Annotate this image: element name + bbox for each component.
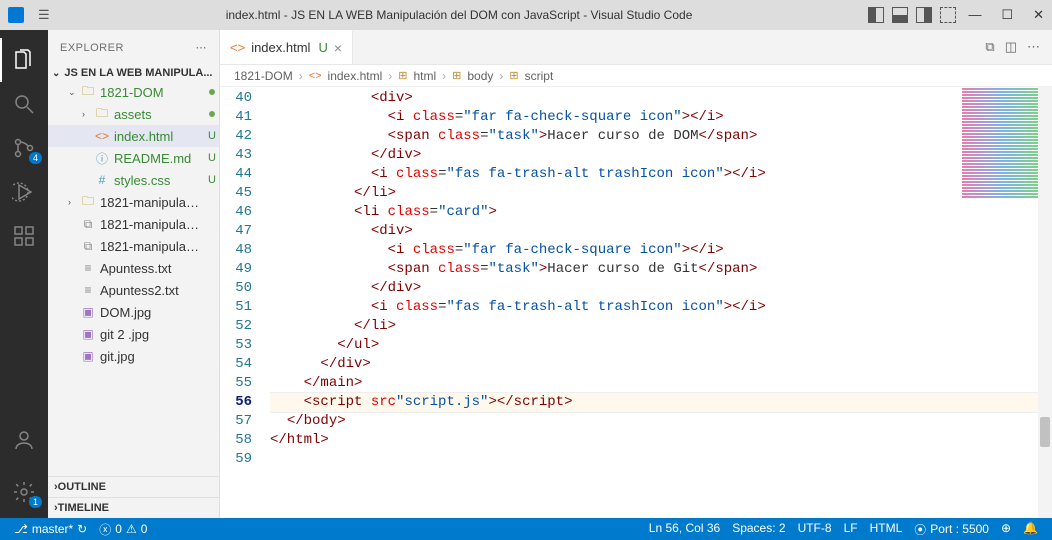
editor: <> index.html U × ⧉ ◫ ⋯ 1821-DOM›<>index… xyxy=(220,30,1052,518)
maximize-button[interactable]: ☐ xyxy=(1001,7,1013,23)
minimize-button[interactable]: — xyxy=(968,7,981,23)
settings-badge: 1 xyxy=(29,496,42,508)
tree-item[interactable]: ▣git 2 .jpg xyxy=(48,323,219,345)
breadcrumb-part[interactable]: index.html xyxy=(328,69,383,83)
tab-label: index.html xyxy=(251,40,310,55)
chevron-down-icon: ⌄ xyxy=(52,68,60,79)
sb-spaces[interactable]: Spaces: 2 xyxy=(726,521,791,535)
tree-item[interactable]: ⧉1821-manipulando-d... xyxy=(48,213,219,235)
ab-extensions[interactable] xyxy=(0,214,48,258)
ab-debug[interactable] xyxy=(0,170,48,214)
statusbar: ⎇ master* ↻ ⓧ0 ⚠0 Ln 56, Col 36 Spaces: … xyxy=(0,518,1052,540)
sidebar-title: EXPLORER xyxy=(60,42,124,54)
sb-lang[interactable]: HTML xyxy=(864,521,909,535)
warning-icon: ⚠ xyxy=(126,522,137,536)
git-branch-icon: ⎇ xyxy=(14,522,28,536)
more-icon[interactable]: ⋯ xyxy=(1027,39,1040,55)
sidebar-more-icon[interactable]: ⋯ xyxy=(196,41,208,54)
code-area[interactable]: 4041424344454647484950515253545556575859… xyxy=(220,87,1052,518)
ab-search[interactable] xyxy=(0,82,48,126)
ab-account[interactable] xyxy=(0,418,48,462)
vertical-scrollbar[interactable] xyxy=(1038,87,1052,518)
titlebar: ☰ index.html - JS EN LA WEB Manipulación… xyxy=(0,0,1052,30)
breadcrumb[interactable]: 1821-DOM›<>index.html›⊞html›⊞body›⊞scrip… xyxy=(220,65,1052,87)
tree-item[interactable]: ≡Apuntess2.txt xyxy=(48,279,219,301)
sb-port[interactable]: ⦿Port : 5500 xyxy=(908,521,995,538)
gutter: 4041424344454647484950515253545556575859 xyxy=(220,87,270,518)
sidebar: EXPLORER ⋯ ⌄ JS EN LA WEB MANIPULA... ⌄🗀… xyxy=(48,30,220,518)
html-icon: <> xyxy=(230,40,245,55)
sb-bell[interactable]: 🔔 xyxy=(1017,521,1044,535)
sb-feedback[interactable]: ⊕ xyxy=(995,521,1017,535)
tab-indexhtml[interactable]: <> index.html U × xyxy=(220,30,353,64)
activitybar: 4 1 xyxy=(0,30,48,518)
tree-item[interactable]: ▣git.jpg xyxy=(48,345,219,367)
scm-badge: 4 xyxy=(29,152,42,164)
tree-item[interactable]: ⓘREADME.mdU xyxy=(48,147,219,169)
sb-branch[interactable]: ⎇ master* ↻ xyxy=(8,518,93,540)
scrollbar-thumb[interactable] xyxy=(1040,417,1050,447)
split-icon[interactable]: ◫ xyxy=(1005,39,1017,55)
tab-bar: <> index.html U × ⧉ ◫ ⋯ xyxy=(220,30,1052,65)
tree-item[interactable]: #styles.cssU xyxy=(48,169,219,191)
outline-section[interactable]: › OUTLINE xyxy=(48,476,219,497)
timeline-label: TIMELINE xyxy=(58,502,109,514)
compare-icon[interactable]: ⧉ xyxy=(985,39,994,55)
vscode-icon xyxy=(8,7,24,23)
tree-item[interactable]: ⧉1821-manipulando-d... xyxy=(48,235,219,257)
error-icon: ⓧ xyxy=(99,521,111,538)
feedback-icon: ⊕ xyxy=(1001,521,1011,535)
layout-controls xyxy=(868,7,956,23)
layout-icon-2[interactable] xyxy=(892,7,908,23)
layout-icon-3[interactable] xyxy=(916,7,932,23)
sb-encoding[interactable]: UTF-8 xyxy=(792,521,838,535)
outline-label: OUTLINE xyxy=(58,481,106,493)
sync-icon[interactable]: ↻ xyxy=(77,522,87,536)
tree-item[interactable]: ›🗀assets xyxy=(48,103,219,125)
layout-icon-4[interactable] xyxy=(940,7,956,23)
sb-eol[interactable]: LF xyxy=(838,521,864,535)
layout-icon-1[interactable] xyxy=(868,7,884,23)
sb-problems[interactable]: ⓧ0 ⚠0 xyxy=(93,518,153,540)
file-tree: ⌄🗀1821-DOM›🗀assets<>index.htmlUⓘREADME.m… xyxy=(48,81,219,367)
broadcast-icon: ⦿ xyxy=(914,521,926,538)
menu-icon[interactable]: ☰ xyxy=(38,7,50,23)
breadcrumb-part[interactable]: body xyxy=(467,69,493,83)
folder-root[interactable]: ⌄ JS EN LA WEB MANIPULA... xyxy=(48,65,219,81)
tree-item[interactable]: ›🗀1821-manipulando-d... xyxy=(48,191,219,213)
timeline-section[interactable]: › TIMELINE xyxy=(48,497,219,518)
tree-item[interactable]: ▣DOM.jpg xyxy=(48,301,219,323)
breadcrumb-part[interactable]: 1821-DOM xyxy=(234,69,293,83)
bell-icon: 🔔 xyxy=(1023,521,1038,535)
ab-scm[interactable]: 4 xyxy=(0,126,48,170)
breadcrumb-part[interactable]: html xyxy=(413,69,436,83)
sidebar-header: EXPLORER ⋯ xyxy=(48,30,219,65)
tree-item[interactable]: ≡Apuntess.txt xyxy=(48,257,219,279)
breadcrumb-part[interactable]: script xyxy=(525,69,554,83)
window-title: index.html - JS EN LA WEB Manipulación d… xyxy=(50,8,869,22)
close-icon[interactable]: × xyxy=(334,40,342,56)
code-content[interactable]: <div> <i class="far fa-check-square icon… xyxy=(270,87,1052,518)
ab-explorer[interactable] xyxy=(0,38,48,82)
root-label: JS EN LA WEB MANIPULA... xyxy=(64,67,212,79)
tree-item[interactable]: ⌄🗀1821-DOM xyxy=(48,81,219,103)
tab-status: U xyxy=(318,40,327,55)
close-button[interactable]: ✕ xyxy=(1033,7,1044,23)
tree-item[interactable]: <>index.htmlU xyxy=(48,125,219,147)
sb-lncol[interactable]: Ln 56, Col 36 xyxy=(643,521,726,535)
ab-settings[interactable]: 1 xyxy=(0,470,48,514)
